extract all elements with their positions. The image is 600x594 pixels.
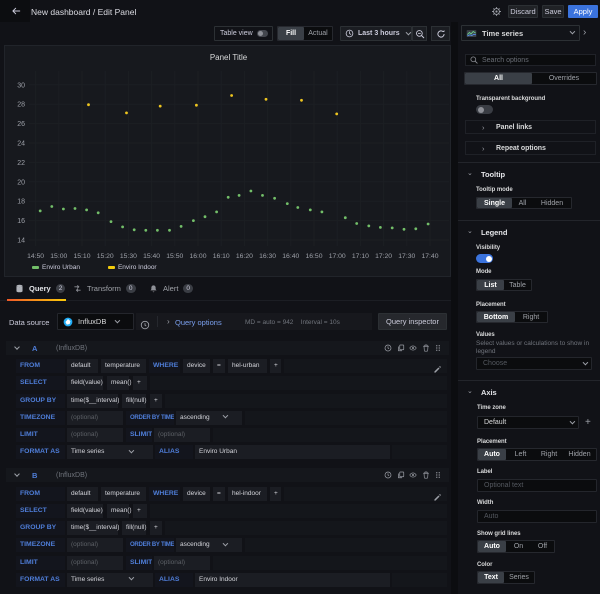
svg-text:16:30: 16:30 [259, 253, 276, 260]
svg-text:14:50: 14:50 [27, 253, 44, 260]
svg-text:16:40: 16:40 [282, 253, 299, 260]
svg-text:17:30: 17:30 [398, 253, 415, 260]
svg-text:24: 24 [17, 141, 25, 148]
svg-text:15:30: 15:30 [120, 253, 137, 260]
svg-text:16:20: 16:20 [236, 253, 253, 260]
svg-text:17:00: 17:00 [329, 253, 346, 260]
svg-text:17:10: 17:10 [352, 253, 369, 260]
svg-text:18: 18 [17, 199, 25, 206]
svg-text:16:00: 16:00 [189, 253, 206, 260]
svg-text:15:00: 15:00 [50, 253, 67, 260]
svg-text:16: 16 [17, 218, 25, 225]
svg-text:26: 26 [17, 121, 25, 128]
svg-text:20: 20 [17, 179, 25, 186]
svg-text:16:10: 16:10 [213, 253, 230, 260]
svg-text:28: 28 [17, 102, 25, 109]
svg-text:14: 14 [17, 238, 25, 245]
svg-text:15:40: 15:40 [143, 253, 160, 260]
svg-text:30: 30 [17, 82, 25, 89]
svg-text:17:40: 17:40 [421, 253, 438, 260]
svg-text:15:10: 15:10 [73, 253, 90, 260]
svg-text:16:50: 16:50 [305, 253, 322, 260]
svg-text:22: 22 [17, 160, 25, 167]
svg-text:15:20: 15:20 [97, 253, 114, 260]
svg-text:17:20: 17:20 [375, 253, 392, 260]
svg-text:15:50: 15:50 [166, 253, 183, 260]
